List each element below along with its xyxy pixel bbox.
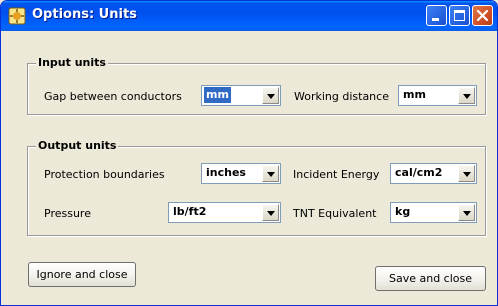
minimize-button[interactable] <box>426 5 447 26</box>
protection-boundaries-select[interactable]: inches <box>201 163 281 184</box>
close-button[interactable] <box>472 5 493 26</box>
gap-units-select[interactable]: mm <box>201 85 281 106</box>
pressure-value: lb/ft2 <box>173 205 207 218</box>
pressure-label: Pressure <box>44 207 91 220</box>
chevron-down-icon <box>267 94 275 99</box>
tnt-equivalent-label: TNT Equivalent <box>293 207 377 220</box>
incident-energy-select[interactable]: cal/cm2 <box>390 163 477 184</box>
minimize-icon <box>432 18 439 21</box>
maximize-button[interactable] <box>449 5 470 26</box>
chevron-down-icon <box>267 211 275 216</box>
protection-boundaries-dropdown-button[interactable] <box>262 165 279 182</box>
app-icon <box>8 7 26 25</box>
tnt-equivalent-select[interactable]: kg <box>390 202 477 223</box>
gap-units-value: mm <box>204 87 231 103</box>
chevron-down-icon <box>267 172 275 177</box>
options-units-window: Options: Units Input units Gap between c… <box>0 0 498 306</box>
protection-boundaries-label: Protection boundaries <box>44 168 165 181</box>
working-distance-select[interactable]: mm <box>398 85 477 106</box>
gap-label: Gap between conductors <box>44 90 182 103</box>
working-distance-label: Working distance <box>294 90 389 103</box>
tnt-equivalent-dropdown-button[interactable] <box>458 204 475 221</box>
close-icon <box>476 9 489 22</box>
chevron-down-icon <box>463 94 471 99</box>
maximize-icon <box>454 10 465 21</box>
working-distance-value: mm <box>403 88 426 101</box>
output-units-title: Output units <box>36 139 119 152</box>
window-title: Options: Units <box>32 7 137 22</box>
save-and-close-button[interactable]: Save and close <box>375 266 486 291</box>
working-distance-dropdown-button[interactable] <box>458 87 475 104</box>
incident-energy-value: cal/cm2 <box>395 166 443 179</box>
gap-units-dropdown-button[interactable] <box>262 87 279 104</box>
incident-energy-label: Incident Energy <box>293 168 380 181</box>
chevron-down-icon <box>463 172 471 177</box>
title-bar[interactable]: Options: Units <box>1 1 497 31</box>
incident-energy-dropdown-button[interactable] <box>458 165 475 182</box>
tnt-equivalent-value: kg <box>395 205 411 218</box>
pressure-select[interactable]: lb/ft2 <box>168 202 281 223</box>
input-units-title: Input units <box>36 56 108 69</box>
protection-boundaries-value: inches <box>206 166 246 179</box>
pressure-dropdown-button[interactable] <box>262 204 279 221</box>
chevron-down-icon <box>463 211 471 216</box>
ignore-and-close-button[interactable]: Ignore and close <box>28 262 136 287</box>
